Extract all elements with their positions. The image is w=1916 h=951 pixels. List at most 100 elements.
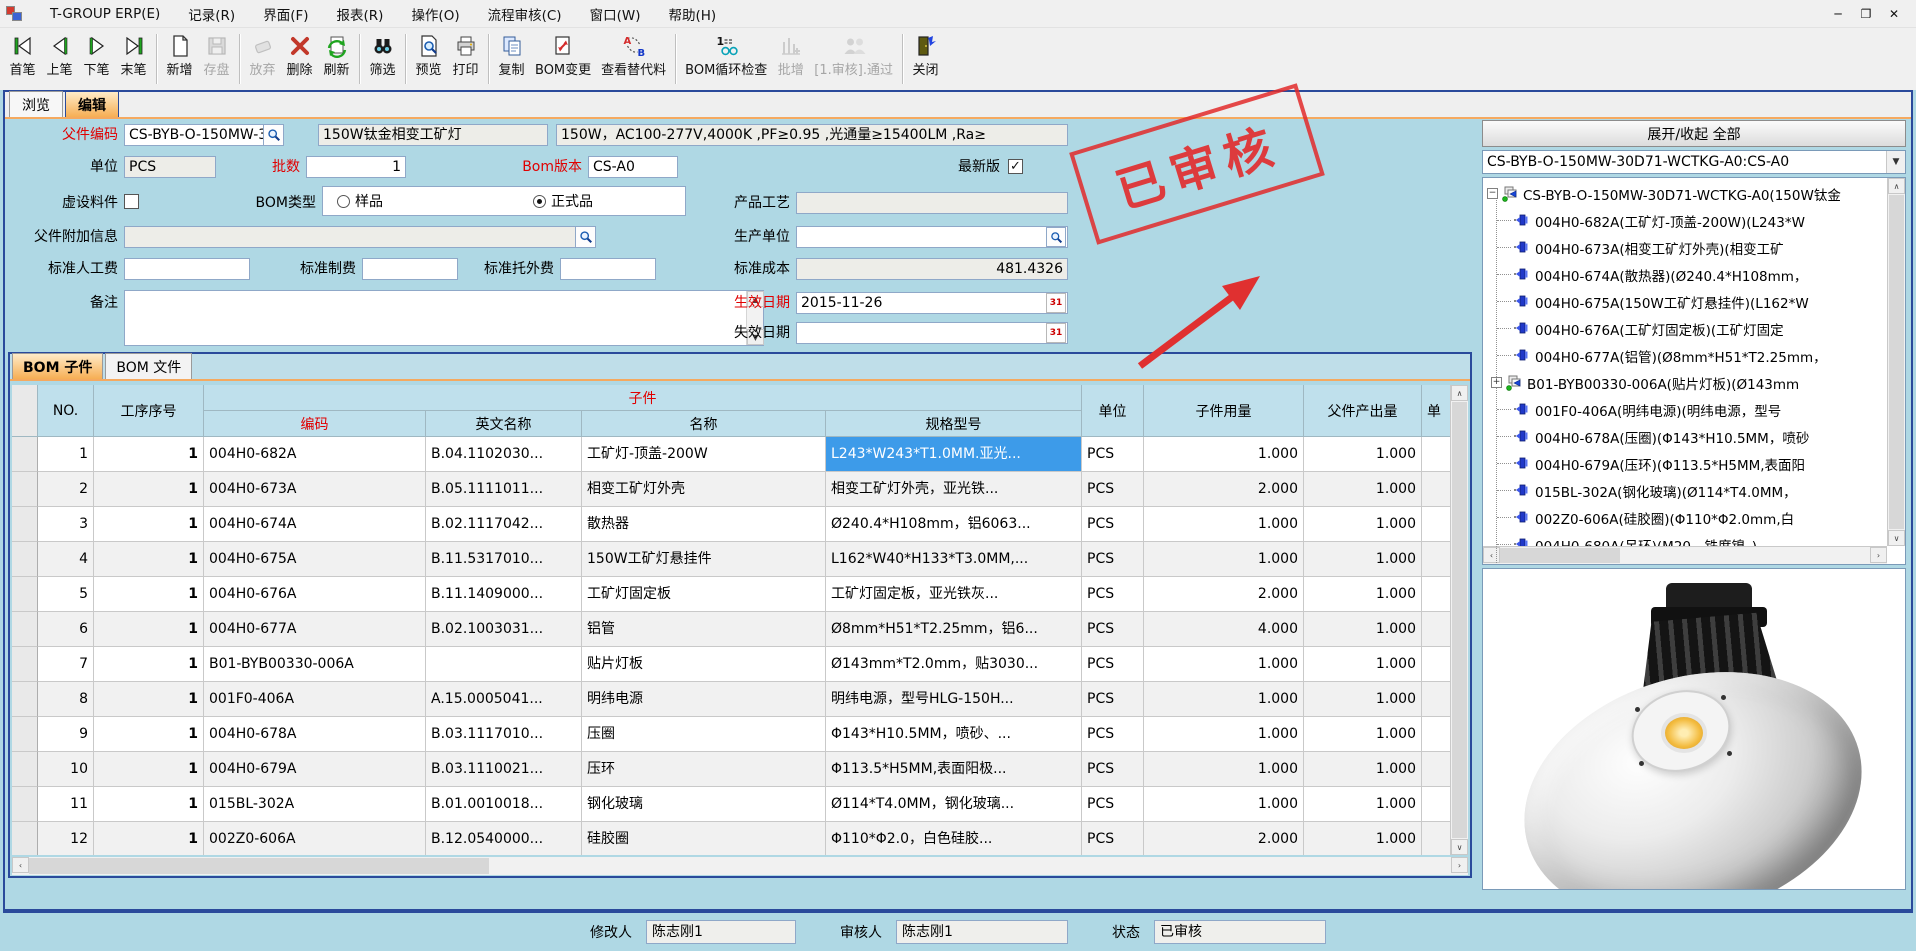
menu-interface[interactable]: 界面(F) (249, 0, 322, 28)
prod-unit-field[interactable] (796, 226, 1068, 248)
cell-unit[interactable]: PCS (1082, 822, 1144, 855)
cell-qty[interactable]: 1.000 (1144, 717, 1304, 752)
cell-no[interactable]: 5 (38, 577, 94, 612)
toolbar-button-first[interactable]: 首笔 (4, 29, 41, 89)
virtual-part-checkbox[interactable] (124, 194, 139, 209)
menu-report[interactable]: 报表(R) (323, 0, 398, 28)
cell-unit[interactable]: PCS (1082, 787, 1144, 822)
radio-sample[interactable]: 样品 (337, 191, 383, 211)
restore-button[interactable]: ❐ (1854, 4, 1878, 24)
cell-no[interactable]: 12 (38, 822, 94, 855)
outsource-cost-field[interactable] (560, 258, 656, 280)
cell-qty[interactable]: 1.000 (1144, 542, 1304, 577)
cell-qty[interactable]: 1.000 (1144, 752, 1304, 787)
cell-seq[interactable]: 1 (94, 822, 204, 855)
expand-collapse-all-button[interactable]: 展开/收起 全部 (1482, 120, 1906, 147)
cell-pqty[interactable]: 1.000 (1304, 612, 1422, 647)
scroll-down-icon[interactable]: ∨ (1451, 839, 1468, 855)
cell-seq[interactable]: 1 (94, 682, 204, 717)
cell-en[interactable]: B.11.1409000... (426, 577, 582, 612)
prod-unit-lookup-button[interactable] (1046, 227, 1066, 247)
cell-no[interactable]: 4 (38, 542, 94, 577)
cell-code[interactable]: 015BL-302A (204, 787, 426, 822)
cell-unit[interactable]: PCS (1082, 507, 1144, 542)
cell-seq[interactable]: 1 (94, 542, 204, 577)
toolbar-button-filter[interactable]: 筛选 (364, 29, 401, 89)
cell-en[interactable]: B.02.1003031... (426, 612, 582, 647)
cell-unit[interactable]: PCS (1082, 542, 1144, 577)
toolbar-button-delete[interactable]: 删除 (281, 29, 318, 89)
cell-unit[interactable]: PCS (1082, 437, 1144, 472)
cell-code[interactable]: 002Z0-606A (204, 822, 426, 855)
cell-spec[interactable]: Φ143*H10.5MM，喷砂、... (826, 717, 1082, 752)
cell-spec[interactable]: 相变工矿灯外壳，亚光铁... (826, 472, 1082, 507)
toolbar-button-last[interactable]: 末笔 (115, 29, 152, 89)
cell-indicator[interactable] (12, 612, 38, 647)
cell-name[interactable]: 明纬电源 (582, 682, 826, 717)
cell-pqty[interactable]: 1.000 (1304, 787, 1422, 822)
minimize-button[interactable]: ─ (1826, 4, 1850, 24)
cell-pqty[interactable]: 1.000 (1304, 752, 1422, 787)
cell-seq[interactable]: 1 (94, 717, 204, 752)
toolbar-button-bom-loop[interactable]: 1BOM循环检查 (680, 29, 772, 89)
cell-code[interactable]: 004H0-679A (204, 752, 426, 787)
collapse-icon[interactable]: − (1487, 188, 1498, 199)
tree-item[interactable]: 001F0-406A(明纬电源)(明纬电源，型号 (1483, 396, 1887, 423)
cell-spec[interactable]: 工矿灯固定板，亚光铁灰... (826, 577, 1082, 612)
labor-cost-field[interactable] (124, 258, 250, 280)
menu-window[interactable]: 窗口(W) (576, 0, 655, 28)
toolbar-button-bom-change[interactable]: BOM变更 (530, 29, 596, 89)
tab-bom-files[interactable]: BOM 文件 (105, 353, 192, 379)
tree-item[interactable]: 004H0-674A(散热器)(Ø240.4*H108mm， (1483, 261, 1887, 288)
scroll-up-icon[interactable]: ∧ (1451, 385, 1468, 401)
scrollbar-thumb[interactable] (29, 858, 489, 874)
tab-edit[interactable]: 编辑 (65, 91, 119, 117)
table-horizontal-scrollbar[interactable]: ‹ › (12, 857, 1468, 875)
parent-code-lookup-button[interactable] (263, 124, 284, 146)
cell-en[interactable] (426, 647, 582, 682)
menu-operate[interactable]: 操作(O) (397, 0, 473, 28)
scroll-right-icon[interactable]: › (1870, 547, 1887, 563)
cell-seq[interactable]: 1 (94, 612, 204, 647)
cell-qty[interactable]: 2.000 (1144, 822, 1304, 855)
scrollbar-thumb[interactable] (1889, 195, 1904, 529)
cell-indicator[interactable] (12, 787, 38, 822)
cell-seq[interactable]: 1 (94, 787, 204, 822)
scrollbar-thumb[interactable] (1500, 548, 1620, 563)
toolbar-button-refresh[interactable]: 刷新 (318, 29, 355, 89)
tree-item[interactable]: 004H0-679A(压环)(Φ113.5*H5MM,表面阳 (1483, 450, 1887, 477)
cell-seq[interactable]: 1 (94, 507, 204, 542)
parent-extra-lookup-button[interactable] (575, 226, 596, 248)
bom-version-combo[interactable]: CS-BYB-O-150MW-30D71-WCTKG-A0:CS-A0 ▼ (1482, 150, 1906, 174)
cell-code[interactable]: 004H0-674A (204, 507, 426, 542)
toolbar-button-preview[interactable]: 预览 (410, 29, 447, 89)
tab-bom-children[interactable]: BOM 子件 (12, 353, 103, 379)
cell-code[interactable]: 004H0-677A (204, 612, 426, 647)
cell-spec[interactable]: 明纬电源，型号HLG-150H... (826, 682, 1082, 717)
cell-code[interactable]: 001F0-406A (204, 682, 426, 717)
scroll-left-icon[interactable]: ‹ (12, 857, 29, 873)
bom-version-field[interactable]: CS-A0 (588, 156, 678, 178)
cell-indicator[interactable] (12, 542, 38, 577)
close-button[interactable]: ✕ (1882, 4, 1906, 24)
tree-item[interactable]: 015BL-302A(钢化玻璃)(Ø114*T4.0MM， (1483, 477, 1887, 504)
cell-spec[interactable]: Ø8mm*H51*T2.25mm，铝6... (826, 612, 1082, 647)
cell-spec[interactable]: Φ110*Φ2.0，白色硅胶... (826, 822, 1082, 855)
cell-name[interactable]: 铝管 (582, 612, 826, 647)
cell-seq[interactable]: 1 (94, 437, 204, 472)
cell-pqty[interactable]: 1.000 (1304, 717, 1422, 752)
cell-en[interactable]: B.01.0010018... (426, 787, 582, 822)
cell-no[interactable]: 10 (38, 752, 94, 787)
cell-unit[interactable]: PCS (1082, 472, 1144, 507)
cell-indicator[interactable] (12, 752, 38, 787)
cell-indicator[interactable] (12, 717, 38, 752)
cell-spec[interactable]: Ø114*T4.0MM，钢化玻璃... (826, 787, 1082, 822)
cell-code[interactable]: 004H0-673A (204, 472, 426, 507)
cell-code[interactable]: 004H0-682A (204, 437, 426, 472)
cell-no[interactable]: 1 (38, 437, 94, 472)
cell-indicator[interactable] (12, 682, 38, 717)
cell-name[interactable]: 贴片灯板 (582, 647, 826, 682)
cell-indicator[interactable] (12, 507, 38, 542)
cell-spec[interactable]: Φ113.5*H5MM,表面阳极... (826, 752, 1082, 787)
cell-no[interactable]: 9 (38, 717, 94, 752)
